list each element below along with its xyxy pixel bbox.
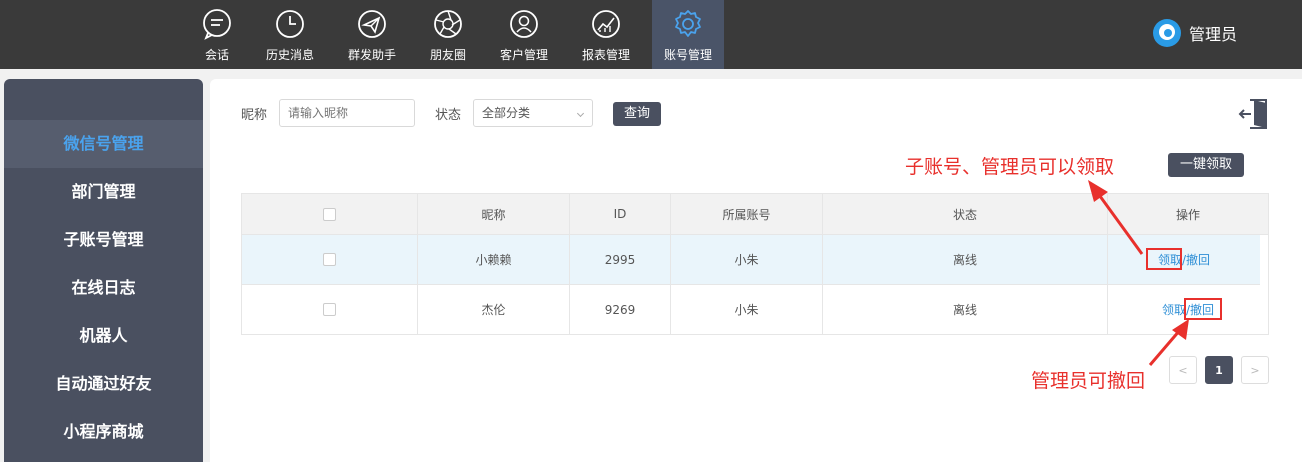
- table-row: 小赖赖 2995 小朱 离线 领取 / 撤回: [242, 235, 1260, 285]
- user-icon: [510, 10, 538, 38]
- cell-status: 离线: [823, 285, 1108, 334]
- chat-icon: [203, 9, 231, 40]
- user-menu[interactable]: 管理员: [1153, 19, 1237, 47]
- nav-label: 报表管理: [581, 48, 630, 62]
- next-page-button[interactable]: >: [1241, 356, 1269, 384]
- nav-label: 客户管理: [499, 48, 548, 62]
- page-number-button[interactable]: 1: [1205, 356, 1233, 384]
- status-select[interactable]: 全部分类: [473, 99, 593, 127]
- nav-label: 会话: [204, 48, 229, 62]
- avatar: [1153, 19, 1181, 47]
- cell-nickname: 杰伦: [418, 285, 570, 334]
- prev-page-button[interactable]: <: [1169, 356, 1197, 384]
- clock-icon: [276, 10, 304, 38]
- select-all-checkbox[interactable]: [323, 207, 336, 221]
- header-select-all-cell: [242, 194, 418, 234]
- nav-item-history[interactable]: 历史消息: [261, 0, 319, 69]
- claim-highlight-box: [1146, 248, 1182, 270]
- chart-icon: [592, 10, 620, 38]
- nav-item-chat[interactable]: 会话: [193, 0, 241, 69]
- nav-label: 历史消息: [265, 48, 314, 62]
- logout-icon[interactable]: [1238, 97, 1270, 131]
- nav-item-reports[interactable]: 报表管理: [577, 0, 635, 69]
- claim-link[interactable]: 领取: [1162, 301, 1186, 318]
- gear-icon: [675, 10, 701, 37]
- send-icon: [358, 10, 386, 38]
- cell-nickname: 小赖赖: [418, 235, 570, 284]
- annotation-revoke-note: 管理员可撤回: [1031, 370, 1146, 392]
- cell-id: 9269: [570, 285, 671, 334]
- cell-account: 小朱: [671, 235, 823, 284]
- nav-item-moments[interactable]: 朋友圈: [424, 0, 472, 69]
- row-checkbox[interactable]: [323, 303, 336, 316]
- top-nav-bar: 会话 历史消息 群发助手 朋友圈 客户管理 报表管理 账号管理 管理员: [0, 0, 1302, 69]
- sidebar-item-department[interactable]: 部门管理: [4, 168, 203, 216]
- sidebar-item-mini-store[interactable]: 小程序商城: [4, 408, 203, 456]
- chevron-down-icon: [576, 109, 585, 118]
- nav-label: 账号管理: [663, 48, 712, 62]
- header-actions: 操作: [1175, 207, 1200, 222]
- status-select-value: 全部分类: [482, 106, 531, 120]
- nickname-label: 昵称: [241, 108, 268, 123]
- header-account: 所属账号: [671, 194, 823, 234]
- sidebar-item-subaccount[interactable]: 子账号管理: [4, 216, 203, 264]
- account-table: 昵称 ID 所属账号 状态 操作 小赖赖 2995 小朱 离线 领取 / 撤回 杰伦…: [241, 193, 1269, 335]
- row-select-cell: [242, 235, 418, 284]
- revoke-link[interactable]: 撤回: [1186, 251, 1210, 268]
- header-id: ID: [570, 194, 671, 234]
- nickname-input[interactable]: [279, 99, 415, 127]
- row-checkbox[interactable]: [323, 253, 336, 266]
- sidebar-item-robot[interactable]: 机器人: [4, 312, 203, 360]
- revoke-highlight-box: [1184, 298, 1222, 320]
- header-status: 状态: [823, 194, 1108, 234]
- cell-account: 小朱: [671, 285, 823, 334]
- sidebar-item-wechat[interactable]: 微信号管理: [4, 120, 203, 168]
- nav-item-account[interactable]: 账号管理: [652, 0, 724, 69]
- cell-status: 离线: [823, 235, 1108, 284]
- claim-all-button[interactable]: 一键领取: [1168, 153, 1244, 177]
- cell-id: 2995: [570, 235, 671, 284]
- header-nickname: 昵称: [418, 194, 570, 234]
- nav-item-broadcast[interactable]: 群发助手: [343, 0, 401, 69]
- nav-label: 群发助手: [347, 48, 396, 62]
- row-select-cell: [242, 285, 418, 334]
- sidebar-item-online-log[interactable]: 在线日志: [4, 264, 203, 312]
- user-name: 管理员: [1189, 25, 1238, 44]
- cell-actions: 领取 / 撤回: [1108, 235, 1260, 284]
- sidebar-item-auto-accept[interactable]: 自动通过好友: [4, 360, 203, 408]
- table-header: 昵称 ID 所属账号 状态 操作: [242, 194, 1268, 235]
- aperture-icon: [434, 10, 462, 38]
- table-row: 杰伦 9269 小朱 离线 领取 / 撤回: [242, 285, 1268, 335]
- status-label: 状态: [435, 108, 462, 123]
- query-button[interactable]: 查询: [613, 102, 661, 126]
- nav-item-customers[interactable]: 客户管理: [495, 0, 553, 69]
- annotation-claim-note: 子账号、管理员可以领取: [905, 156, 1115, 178]
- sidebar: 微信号管理 部门管理 子账号管理 在线日志 机器人 自动通过好友 小程序商城: [4, 79, 203, 462]
- nav-label: 朋友圈: [429, 48, 466, 62]
